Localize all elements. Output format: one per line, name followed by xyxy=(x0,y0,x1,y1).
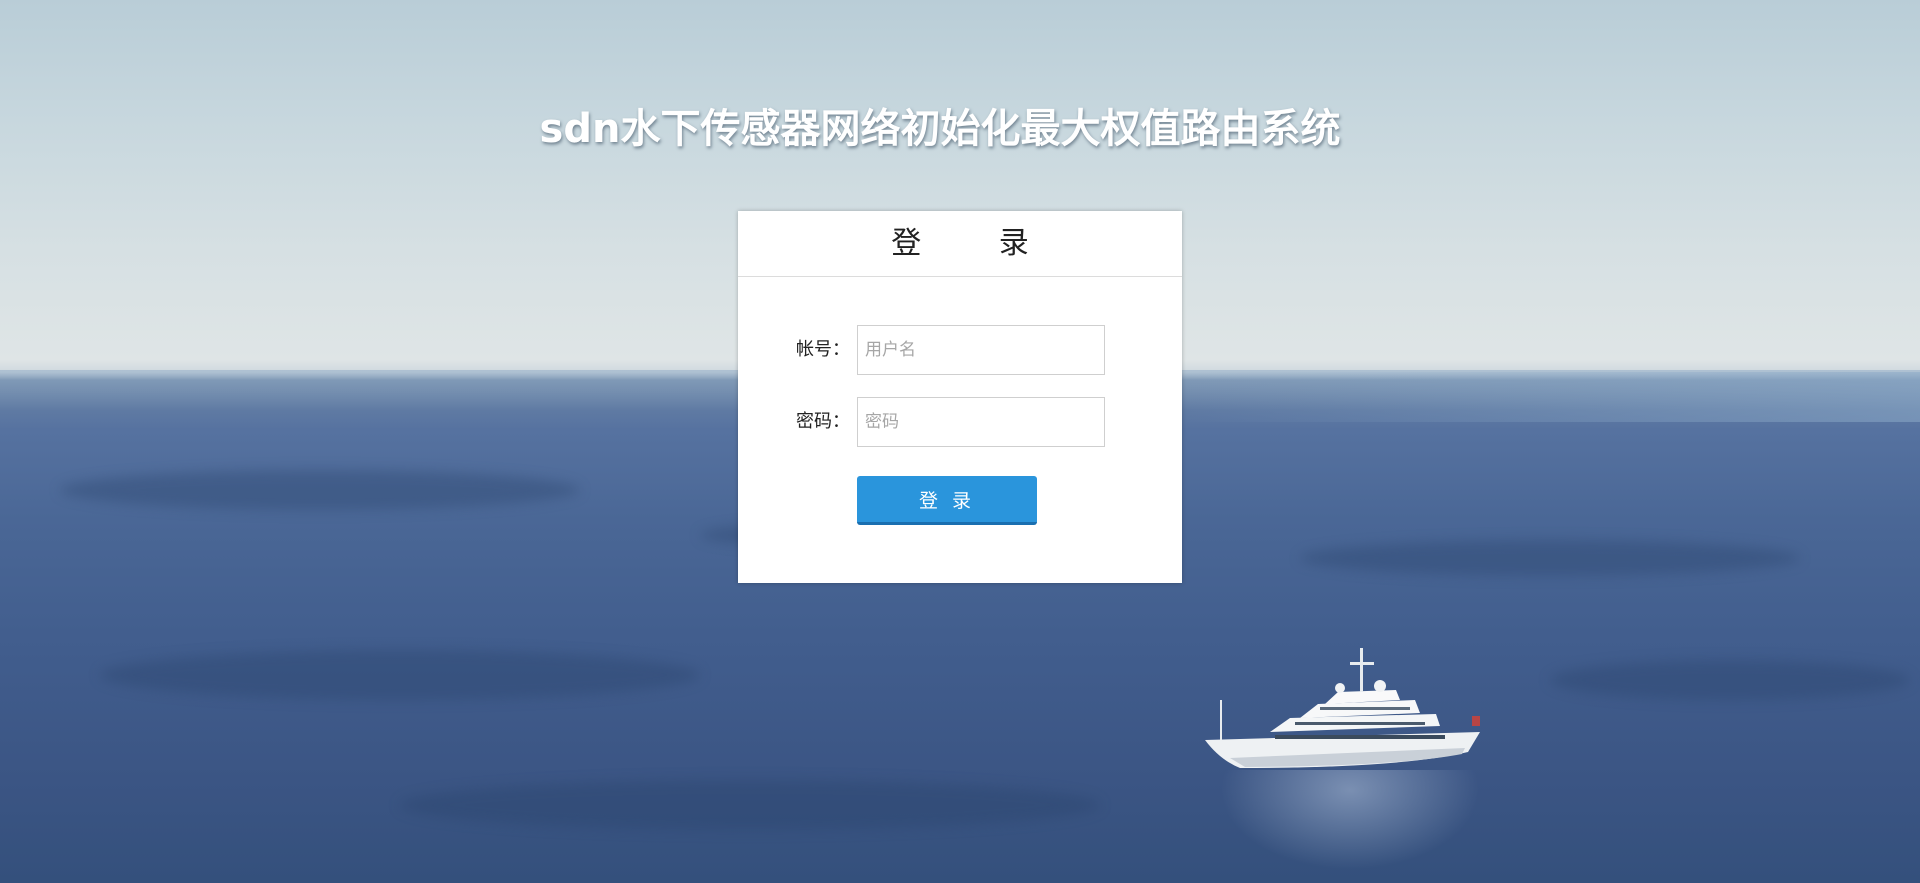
yacht-reflection xyxy=(1220,770,1480,870)
username-input[interactable] xyxy=(857,325,1105,375)
wave-shadow xyxy=(1550,660,1910,700)
password-row: 密码： xyxy=(738,397,1182,447)
wave-shadow xyxy=(1300,540,1800,576)
login-panel: 登 录 帐号： 密码： 登 录 xyxy=(738,211,1182,583)
login-button[interactable]: 登 录 xyxy=(857,476,1037,525)
yacht-image xyxy=(1205,648,1480,768)
wave-shadow xyxy=(60,470,580,510)
account-row: 帐号： xyxy=(738,325,1182,375)
password-input[interactable] xyxy=(857,397,1105,447)
login-panel-header: 登 录 xyxy=(738,211,1182,277)
wave-shadow xyxy=(400,780,1100,830)
page-title: sdn水下传感器网络初始化最大权值路由系统 xyxy=(539,106,1341,152)
wave-shadow xyxy=(100,650,700,700)
distant-water xyxy=(1180,372,1920,422)
